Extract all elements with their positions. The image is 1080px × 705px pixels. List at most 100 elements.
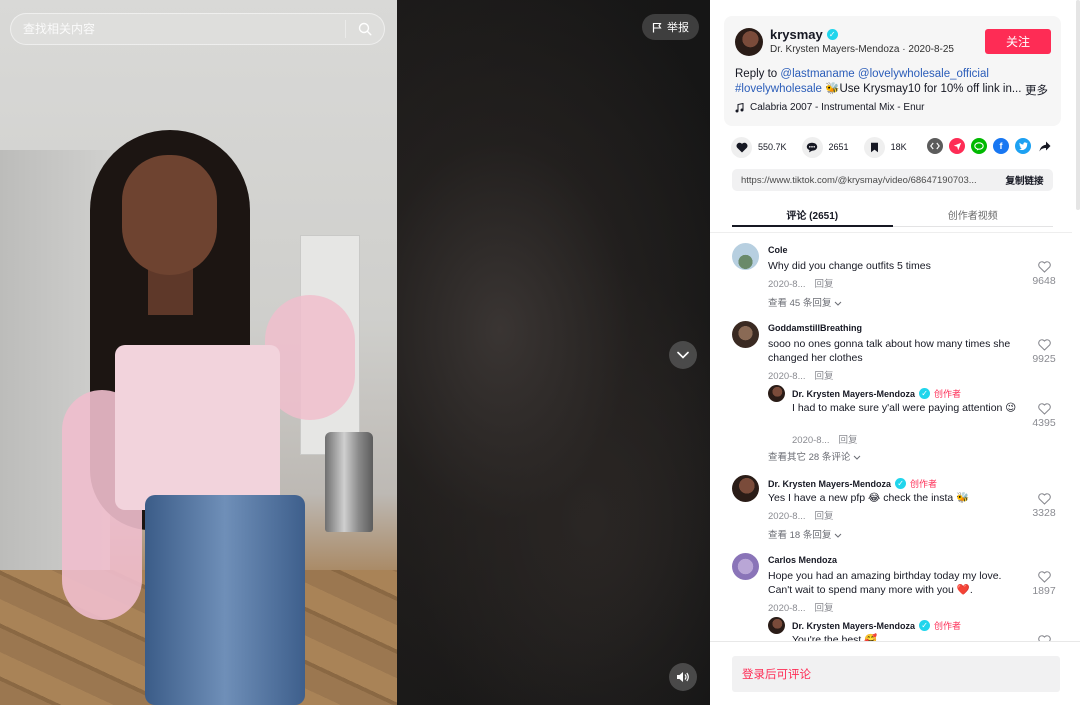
mention-link[interactable]: @lovelywholesale_official bbox=[858, 68, 989, 80]
video-description: Reply to @lastmaname @lovelywholesale_of… bbox=[735, 67, 1055, 97]
reply-username-text: Dr. Krysten Mayers-Mendoza bbox=[792, 620, 916, 631]
reply-username[interactable]: Dr. Krysten Mayers-Mendoza ✓ 创作者 bbox=[792, 619, 961, 632]
comment-reply-button[interactable]: 回复 bbox=[815, 603, 834, 614]
reply-date: 2020-8... bbox=[792, 435, 830, 446]
music-note-icon bbox=[735, 102, 744, 112]
verified-icon: ✓ bbox=[826, 29, 838, 40]
search-button[interactable] bbox=[346, 14, 384, 44]
author-display-name: Dr. Krysten Mayers-Mendoza bbox=[770, 44, 900, 55]
heart-outline-icon bbox=[1037, 261, 1051, 273]
view-more-label: 查看其它 28 条评论 bbox=[768, 452, 851, 463]
comment-text: sooo no ones gonna talk about how many t… bbox=[768, 338, 1011, 364]
bookmark-icon bbox=[863, 136, 885, 158]
reply-avatar[interactable] bbox=[768, 385, 785, 402]
comment-meta: 2020-8... 回复 bbox=[768, 368, 843, 382]
next-video-button[interactable] bbox=[669, 341, 697, 369]
comment-username-text: Cole bbox=[768, 245, 788, 255]
reply-like[interactable]: 4395 bbox=[1027, 403, 1061, 429]
comment-text: Why did you change outfits 5 times bbox=[768, 260, 931, 272]
video-subject bbox=[60, 120, 360, 705]
commenter-avatar[interactable] bbox=[732, 475, 759, 502]
search-bar[interactable] bbox=[10, 13, 385, 45]
line-icon[interactable] bbox=[971, 138, 987, 154]
volume-button[interactable] bbox=[669, 663, 697, 691]
copy-link-button[interactable]: 复制链接 bbox=[996, 169, 1053, 191]
verified-icon: ✓ bbox=[919, 388, 931, 399]
comment-username-text: GoddamstillBreathing bbox=[768, 323, 863, 333]
expand-description-button[interactable]: 更多 bbox=[1025, 82, 1048, 98]
login-to-comment-button[interactable]: 登录后可评论 bbox=[732, 656, 1060, 692]
heart-outline-icon bbox=[1037, 403, 1051, 415]
facebook-icon[interactable]: f bbox=[993, 138, 1009, 154]
comment-like[interactable]: 9925 bbox=[1027, 339, 1061, 365]
creator-badge: 创作者 bbox=[910, 479, 938, 489]
heart-outline-icon bbox=[1037, 339, 1051, 351]
comment-like[interactable]: 9648 bbox=[1027, 261, 1061, 287]
chevron-down-icon bbox=[677, 351, 689, 359]
comment-username[interactable]: Cole bbox=[768, 245, 788, 255]
follow-button[interactable]: 关注 bbox=[985, 29, 1051, 54]
comment-like-count: 3328 bbox=[1032, 507, 1056, 519]
twitter-icon[interactable] bbox=[1015, 138, 1031, 154]
report-button[interactable]: 举报 bbox=[642, 14, 699, 40]
video-frame[interactable] bbox=[0, 0, 397, 705]
like-stat[interactable]: 550.7K bbox=[731, 136, 787, 158]
chevron-down-icon bbox=[834, 301, 842, 306]
reply-reply-button[interactable]: 回复 bbox=[839, 435, 858, 446]
volume-icon bbox=[677, 672, 689, 682]
comment-username[interactable]: Dr. Krysten Mayers-Mendoza ✓ 创作者 bbox=[768, 477, 937, 490]
comment-date: 2020-8... bbox=[768, 371, 806, 382]
comment-stat[interactable]: 2651 bbox=[801, 136, 849, 158]
comment-username[interactable]: Carlos Mendoza bbox=[768, 555, 837, 565]
tab-creator-videos[interactable]: 创作者视频 bbox=[893, 201, 1054, 226]
engagement-stats: 550.7K 2651 18K bbox=[731, 136, 922, 158]
like-count: 550.7K bbox=[758, 142, 787, 152]
send-icon[interactable] bbox=[949, 138, 965, 154]
mention-link[interactable]: @lastmaname bbox=[780, 68, 854, 80]
save-stat[interactable]: 18K bbox=[863, 136, 907, 158]
comment-reply-button[interactable]: 回复 bbox=[815, 371, 834, 382]
video-player[interactable]: 举报 bbox=[0, 0, 710, 705]
view-replies-label: 查看 45 条回复 bbox=[768, 298, 832, 309]
comment-list[interactable]: Cole Why did you change outfits 5 times … bbox=[710, 232, 1072, 642]
hashtag-link[interactable]: #lovelywholesale bbox=[735, 83, 822, 95]
scrollbar-thumb[interactable] bbox=[1076, 0, 1080, 210]
share-arrow-icon[interactable] bbox=[1037, 138, 1053, 154]
embed-icon[interactable] bbox=[927, 138, 943, 154]
reply-username[interactable]: Dr. Krysten Mayers-Mendoza ✓ 创作者 bbox=[792, 387, 961, 400]
chevron-down-icon bbox=[834, 533, 842, 538]
view-replies-button[interactable]: 查看 45 条回复 bbox=[768, 295, 842, 309]
view-more-comments-button[interactable]: 查看其它 28 条评论 bbox=[768, 449, 861, 463]
tab-comments[interactable]: 评论 (2651) bbox=[732, 201, 893, 227]
comment-reply-button[interactable]: 回复 bbox=[815, 279, 834, 290]
comment-reply-button[interactable]: 回复 bbox=[815, 511, 834, 522]
author-handle[interactable]: krysmay ✓ bbox=[770, 27, 838, 42]
video-info-card: krysmay ✓ Dr. Krysten Mayers-Mendoza · 2… bbox=[724, 16, 1061, 126]
music-link[interactable]: Calabria 2007 - Instrumental Mix - Enur bbox=[735, 102, 925, 113]
creator-badge: 创作者 bbox=[934, 389, 962, 399]
reply-avatar[interactable] bbox=[768, 617, 785, 634]
verified-icon: ✓ bbox=[919, 620, 931, 631]
comment-icon bbox=[801, 136, 823, 158]
search-input[interactable] bbox=[11, 22, 345, 36]
comment-like[interactable]: 3328 bbox=[1027, 493, 1061, 519]
commenter-avatar[interactable] bbox=[732, 553, 759, 580]
heart-outline-icon bbox=[1037, 571, 1051, 583]
video-url[interactable]: https://www.tiktok.com/@krysmay/video/68… bbox=[732, 175, 987, 186]
comment-count: 2651 bbox=[828, 142, 849, 152]
comment-username[interactable]: GoddamstillBreathing bbox=[768, 323, 862, 333]
commenter-avatar[interactable] bbox=[732, 243, 759, 270]
comment-like[interactable]: 1897 bbox=[1027, 571, 1061, 597]
details-panel: krysmay ✓ Dr. Krysten Mayers-Mendoza · 2… bbox=[710, 0, 1080, 705]
commenter-avatar[interactable] bbox=[732, 321, 759, 348]
comment-like-count: 9648 bbox=[1032, 275, 1056, 287]
comment-meta: 2020-8... 回复 bbox=[768, 508, 843, 522]
author-handle-text: krysmay bbox=[770, 27, 823, 42]
view-replies-button[interactable]: 查看 18 条回复 bbox=[768, 527, 842, 541]
comment-text: Yes I have a new pfp 😂 check the insta 🐝 bbox=[768, 492, 970, 504]
save-count: 18K bbox=[890, 142, 907, 152]
author-avatar[interactable] bbox=[735, 28, 763, 56]
chevron-down-icon bbox=[853, 455, 861, 460]
description-text: Use Krysmay10 for 10% off link in... bbox=[839, 83, 1022, 95]
post-date: 2020-8-25 bbox=[908, 44, 954, 55]
